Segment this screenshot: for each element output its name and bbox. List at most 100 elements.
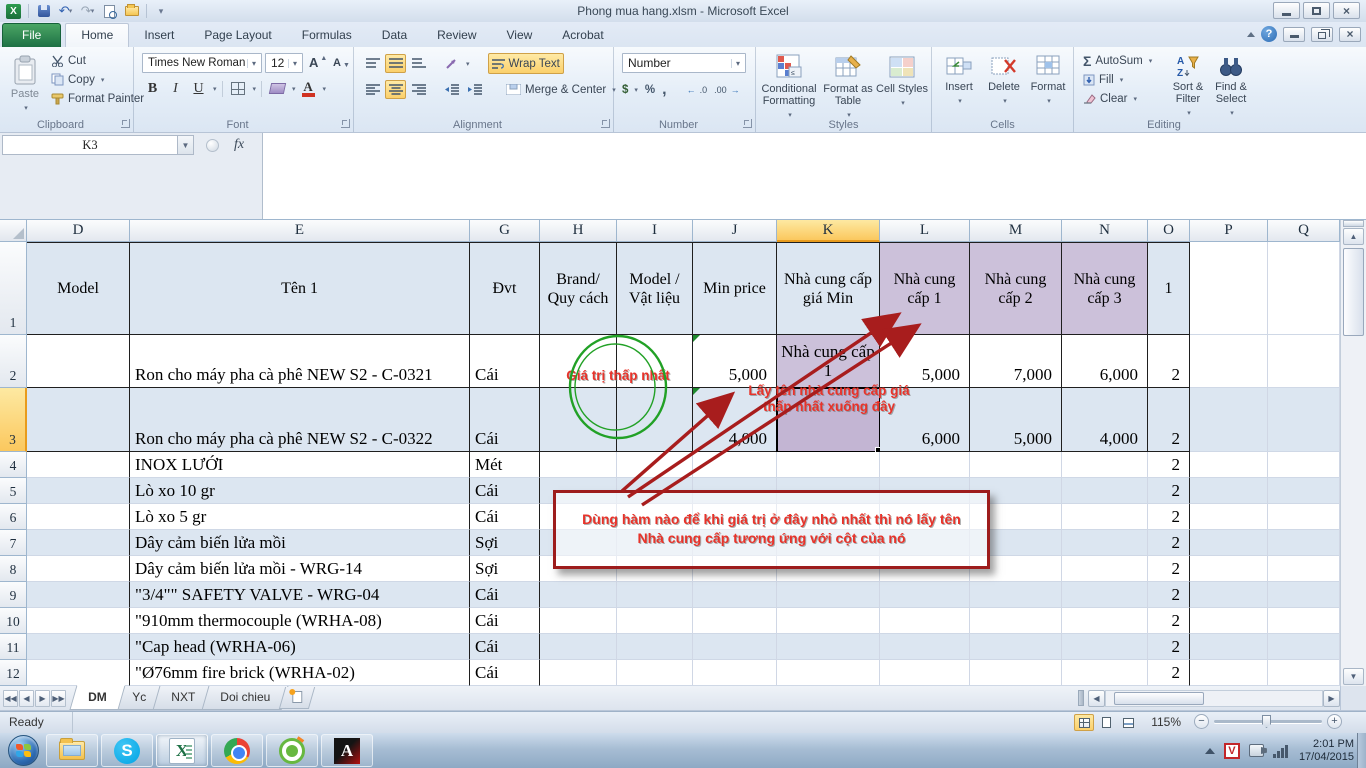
fill-color-button[interactable]	[267, 79, 288, 98]
cell-G6[interactable]: Cái	[470, 504, 540, 530]
number-dialog-launcher[interactable]	[743, 119, 752, 128]
cell-O3[interactable]: 2	[1148, 388, 1190, 452]
cell-N1[interactable]: Nhà cung cấp 3	[1062, 242, 1148, 335]
cell-K9[interactable]	[777, 582, 880, 608]
align-bottom-button[interactable]	[408, 54, 429, 73]
cell-Q2[interactable]	[1268, 335, 1340, 388]
cell-E9[interactable]: "3/4"" SAFETY VALVE - WRG-04	[130, 582, 470, 608]
column-header-I[interactable]: I	[617, 220, 693, 242]
ribbon-tab-file[interactable]: File	[2, 23, 61, 47]
cell-H5[interactable]	[540, 478, 617, 504]
cell-J5[interactable]	[693, 478, 777, 504]
cell-M8[interactable]	[970, 556, 1062, 582]
column-header-O[interactable]: O	[1148, 220, 1190, 242]
cell-I7[interactable]	[617, 530, 693, 556]
tray-expand-icon[interactable]	[1205, 748, 1215, 754]
cell-N11[interactable]	[1062, 634, 1148, 660]
cell-K12[interactable]	[777, 660, 880, 686]
redo-button[interactable]: ↷▾	[78, 3, 97, 20]
workbook-close-button[interactable]: ×	[1339, 27, 1361, 42]
cell-P9[interactable]	[1190, 582, 1268, 608]
ribbon-tab-data[interactable]: Data	[367, 24, 422, 47]
cell-K4[interactable]	[777, 452, 880, 478]
cell-L2[interactable]: 5,000	[880, 335, 970, 388]
cell-G4[interactable]: Mét	[470, 452, 540, 478]
cell-J9[interactable]	[693, 582, 777, 608]
comma-style-button[interactable]: ,	[662, 80, 666, 99]
cell-styles-button[interactable]: Cell Styles▾	[876, 49, 928, 110]
ribbon-tab-formulas[interactable]: Formulas	[287, 24, 367, 47]
cell-K2[interactable]: Nhà cung cấp 1	[777, 335, 880, 388]
formula-bar-collapse-icon[interactable]	[206, 139, 219, 152]
format-as-table-button[interactable]: Format as Table▾	[820, 49, 876, 122]
cell-N7[interactable]	[1062, 530, 1148, 556]
cell-E8[interactable]: Dây cảm biến lửa mồi - WRG-14	[130, 556, 470, 582]
align-middle-button[interactable]	[385, 54, 406, 73]
cell-P4[interactable]	[1190, 452, 1268, 478]
italic-button[interactable]: I	[165, 79, 186, 98]
cell-I12[interactable]	[617, 660, 693, 686]
cell-P11[interactable]	[1190, 634, 1268, 660]
paste-button[interactable]: Paste▾	[4, 50, 46, 115]
cell-I5[interactable]	[617, 478, 693, 504]
minimize-button[interactable]	[1273, 2, 1300, 19]
cell-M1[interactable]: Nhà cung cấp 2	[970, 242, 1062, 335]
cell-Q12[interactable]	[1268, 660, 1340, 686]
scroll-up-button[interactable]: ▲	[1343, 228, 1364, 245]
cell-O4[interactable]: 2	[1148, 452, 1190, 478]
cell-M2[interactable]: 7,000	[970, 335, 1062, 388]
cell-J1[interactable]: Min price	[693, 242, 777, 335]
row-header-9[interactable]: 9	[0, 582, 27, 608]
cell-L12[interactable]	[880, 660, 970, 686]
cell-H3[interactable]	[540, 388, 617, 452]
cell-K6[interactable]	[777, 504, 880, 530]
cell-I8[interactable]	[617, 556, 693, 582]
open-button[interactable]	[122, 3, 141, 20]
cell-H8[interactable]	[540, 556, 617, 582]
alignment-dialog-launcher[interactable]	[601, 119, 610, 128]
vertical-scrollbar[interactable]: ▲ ▼	[1340, 220, 1366, 686]
cell-K5[interactable]	[777, 478, 880, 504]
cell-G7[interactable]: Sợi	[470, 530, 540, 556]
excel-app-icon[interactable]: X	[4, 3, 23, 20]
cell-N5[interactable]	[1062, 478, 1148, 504]
cell-D5[interactable]	[27, 478, 130, 504]
row-header-11[interactable]: 11	[0, 634, 27, 660]
conditional-formatting-button[interactable]: ≤ Conditional Formatting▾	[758, 49, 820, 122]
cell-G2[interactable]: Cái	[470, 335, 540, 388]
ribbon-tab-home[interactable]: Home	[65, 23, 129, 48]
sheet-tab-doi-chieu[interactable]: Doi chieu	[201, 686, 288, 710]
find-select-button[interactable]: Find & Select▾	[1210, 49, 1252, 120]
cell-D11[interactable]	[27, 634, 130, 660]
cell-N10[interactable]	[1062, 608, 1148, 634]
select-all-corner[interactable]	[0, 220, 27, 242]
align-left-button[interactable]	[362, 80, 383, 99]
cell-O5[interactable]: 2	[1148, 478, 1190, 504]
cell-L3[interactable]: 6,000	[880, 388, 970, 452]
show-desktop-button[interactable]	[1357, 733, 1366, 768]
horizontal-scrollbar[interactable]: ◀ ▶	[1088, 689, 1340, 707]
cell-D2[interactable]	[27, 335, 130, 388]
align-center-button[interactable]	[385, 80, 406, 99]
cell-M6[interactable]	[970, 504, 1062, 530]
formula-input[interactable]	[262, 133, 1366, 219]
cell-H4[interactable]	[540, 452, 617, 478]
scroll-right-button[interactable]: ▶	[1323, 690, 1340, 707]
cell-K11[interactable]	[777, 634, 880, 660]
cell-N12[interactable]	[1062, 660, 1148, 686]
format-cells-button[interactable]: Format▾	[1026, 49, 1070, 108]
cell-I4[interactable]	[617, 452, 693, 478]
increase-decimal-button[interactable]: ←.0	[687, 80, 708, 99]
clear-button[interactable]: Clear▾	[1080, 89, 1155, 108]
vertical-scroll-thumb[interactable]	[1343, 248, 1364, 336]
cell-N8[interactable]	[1062, 556, 1148, 582]
taskbar-chrome-button[interactable]	[211, 734, 263, 767]
cell-Q11[interactable]	[1268, 634, 1340, 660]
cut-button[interactable]: Cut	[48, 51, 147, 70]
row-header-10[interactable]: 10	[0, 608, 27, 634]
taskbar-explorer-button[interactable]	[46, 734, 98, 767]
cell-Q3[interactable]	[1268, 388, 1340, 452]
cell-Q9[interactable]	[1268, 582, 1340, 608]
unikey-icon[interactable]: V	[1224, 743, 1240, 759]
cell-O1[interactable]: 1	[1148, 242, 1190, 335]
